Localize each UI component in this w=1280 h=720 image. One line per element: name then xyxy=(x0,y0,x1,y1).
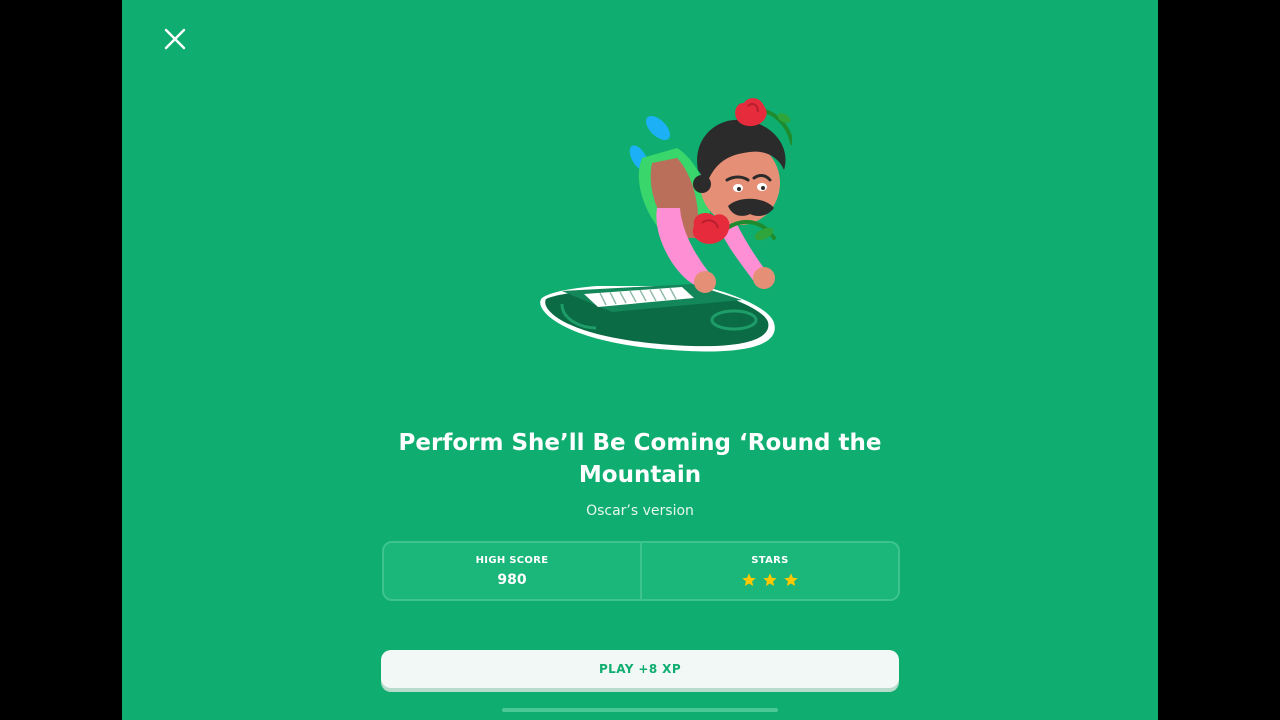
high-score-label: HIGH SCORE xyxy=(475,554,549,566)
lesson-start-screen: Perform She’ll Be Coming ‘Round the Moun… xyxy=(122,0,1158,720)
lesson-title: Perform She’ll Be Coming ‘Round the Moun… xyxy=(398,430,882,488)
star-icon xyxy=(742,572,756,586)
star-icon xyxy=(784,572,798,586)
stars-stat: STARS xyxy=(640,543,898,599)
home-indicator xyxy=(502,708,778,712)
high-score-value: 980 xyxy=(497,571,527,588)
lesson-subtitle: Oscar’s version xyxy=(586,503,694,519)
stars-label: STARS xyxy=(751,554,789,566)
close-icon xyxy=(164,28,186,50)
close-button[interactable] xyxy=(160,24,190,54)
stats-card: HIGH SCORE 980 STARS xyxy=(382,541,900,601)
letterbox-right xyxy=(1158,0,1280,720)
star-rating xyxy=(741,571,799,589)
star-icon xyxy=(763,572,777,586)
high-score-stat: HIGH SCORE 980 xyxy=(384,543,640,599)
keyboard-icon xyxy=(540,284,775,352)
play-button[interactable]: PLAY +8 XP xyxy=(381,650,899,688)
letterbox-left xyxy=(0,0,122,720)
oscar-piano-illustration xyxy=(540,98,792,352)
